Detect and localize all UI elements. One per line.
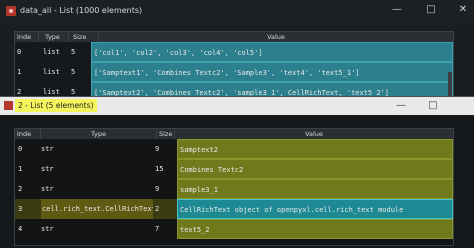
row-size: 15 bbox=[155, 165, 164, 173]
row-index: 0 bbox=[17, 48, 22, 56]
column-header-type[interactable]: Type bbox=[41, 129, 157, 139]
row-value[interactable]: ['Samptext1', 'Combines Textc2', 'Sample… bbox=[91, 62, 453, 82]
row-value[interactable]: Combines Textc2 bbox=[177, 159, 453, 179]
window-title: data_all - List (1000 elements) bbox=[20, 6, 143, 15]
app-icon bbox=[4, 101, 13, 110]
column-header-value[interactable]: Value bbox=[99, 32, 453, 42]
row-value[interactable]: CellRichText object of openpyxl.cell.ric… bbox=[177, 199, 453, 219]
row-index: 2 bbox=[18, 185, 23, 193]
column-header-index[interactable]: Inde bbox=[15, 129, 41, 139]
data-table: Inde Type Size Value 0 str 9 Samptext2 1… bbox=[14, 128, 454, 246]
row-type: str bbox=[41, 145, 54, 153]
row-value[interactable]: text5_2 bbox=[177, 219, 453, 239]
row-type: list bbox=[43, 68, 60, 76]
row-size: 9 bbox=[155, 145, 160, 153]
window-titlebar[interactable]: data_all - List (1000 elements) — □ ✕ bbox=[0, 0, 474, 22]
close-icon[interactable]: ✕ bbox=[452, 3, 474, 17]
row-index: 1 bbox=[17, 68, 22, 76]
row-type: list bbox=[43, 48, 60, 56]
minimize-icon[interactable]: — bbox=[386, 3, 408, 17]
row-value[interactable]: ['col1', 'col2', 'col3', 'col4', 'col5'] bbox=[91, 42, 453, 62]
row-index: 1 bbox=[18, 165, 23, 173]
row-index: 4 bbox=[18, 225, 23, 233]
row-size: 7 bbox=[155, 225, 160, 233]
column-header-type[interactable]: Type bbox=[39, 32, 69, 42]
column-header-index[interactable]: Inde bbox=[15, 32, 39, 42]
row-type: str bbox=[41, 165, 54, 173]
row-value[interactable]: sample3_1 bbox=[177, 179, 453, 199]
row-size: 9 bbox=[155, 185, 160, 193]
row-index: 0 bbox=[18, 145, 23, 153]
row-size: 2 bbox=[155, 205, 160, 213]
window-title: 2 - List (5 elements) bbox=[15, 99, 97, 112]
list-window-element: 2 - List (5 elements) — □ Inde Type Size… bbox=[0, 96, 474, 248]
maximize-icon[interactable]: □ bbox=[420, 3, 442, 17]
maximize-icon[interactable]: □ bbox=[422, 99, 444, 113]
row-index: 3 bbox=[18, 205, 23, 213]
row-type: str bbox=[41, 185, 54, 193]
minimize-icon[interactable]: — bbox=[390, 99, 412, 113]
column-header-size[interactable]: Size bbox=[69, 32, 99, 42]
column-header-size[interactable]: Size bbox=[157, 129, 175, 139]
row-type: cell.rich_text.CellRichText bbox=[41, 199, 153, 219]
row-value[interactable]: Samptext2 bbox=[177, 139, 453, 159]
column-header-value[interactable]: Value bbox=[175, 129, 453, 139]
app-icon bbox=[6, 6, 16, 16]
window-titlebar[interactable]: 2 - List (5 elements) — □ bbox=[0, 97, 474, 115]
row-type: str bbox=[41, 225, 54, 233]
